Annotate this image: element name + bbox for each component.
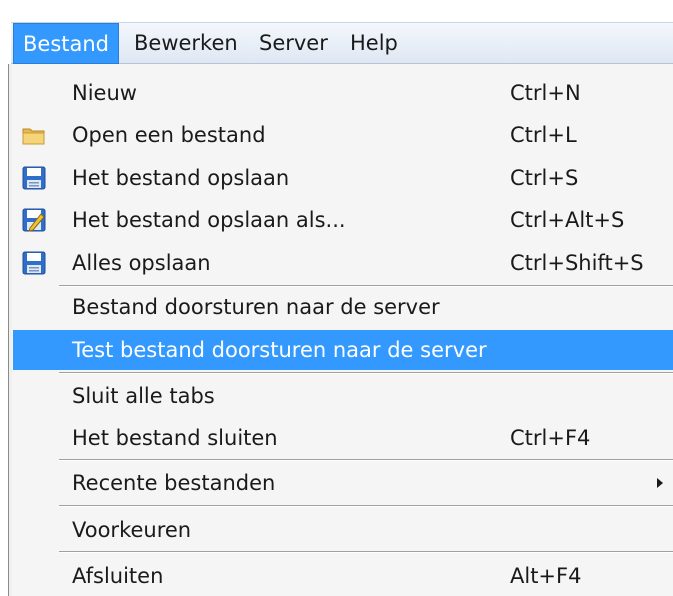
menu-bar: Bestand Bewerken Server Help: [11, 22, 673, 64]
menu-item-voorkeuren[interactable]: Voorkeuren: [13, 510, 673, 550]
menu-help[interactable]: Help: [341, 23, 407, 64]
menu-item-label: Open een bestand: [72, 123, 266, 147]
menu-item-shortcut: Ctrl+N: [510, 81, 581, 105]
menu-item-opslaan[interactable]: Het bestand opslaan Ctrl+S: [13, 158, 673, 198]
menu-item-label: Afsluiten: [72, 564, 164, 588]
menu-item-open[interactable]: Open een bestand Ctrl+L: [13, 115, 673, 155]
menu-item-shortcut: Ctrl+F4: [510, 426, 591, 450]
menu-item-label: Test bestand doorsturen naar de server: [72, 338, 487, 362]
menu-item-doorsturen[interactable]: Bestand doorsturen naar de server: [13, 287, 673, 327]
save-icon: [22, 166, 46, 190]
menu-bewerken[interactable]: Bewerken: [125, 23, 247, 64]
menu-item-afsluiten[interactable]: Afsluiten Alt+F4: [13, 556, 673, 596]
menu-item-sluiten[interactable]: Het bestand sluiten Ctrl+F4: [13, 418, 673, 458]
save-as-icon: [22, 208, 46, 232]
menu-item-nieuw[interactable]: Nieuw Ctrl+N: [13, 73, 673, 113]
menu-server[interactable]: Server: [250, 23, 337, 64]
menu-item-alles-opslaan[interactable]: Alles opslaan Ctrl+Shift+S: [13, 243, 673, 283]
menu-separator: [59, 372, 673, 374]
menu-item-label: Recente bestanden: [72, 471, 276, 495]
menu-item-shortcut: Ctrl+L: [510, 123, 577, 147]
menu-item-shortcut: Alt+F4: [510, 564, 582, 588]
menu-item-label: Het bestand sluiten: [72, 426, 278, 450]
menu-item-label: Alles opslaan: [72, 251, 211, 275]
menu-item-shortcut: Ctrl+Shift+S: [510, 251, 644, 275]
menu-item-shortcut: Ctrl+S: [510, 166, 579, 190]
menu-bestand[interactable]: Bestand: [13, 23, 120, 64]
menu-item-label: Voorkeuren: [72, 518, 192, 542]
menu-item-label: Sluit alle tabs: [72, 384, 215, 408]
menu-separator: [59, 505, 673, 507]
menu-item-test-doorsturen[interactable]: Test bestand doorsturen naar de server: [13, 330, 673, 370]
bestand-dropdown-menu: Nieuw Ctrl+N Open een bestand Ctrl+L Het…: [8, 64, 673, 596]
menu-item-recente-bestanden[interactable]: Recente bestanden: [13, 463, 673, 503]
save-all-icon: [22, 251, 46, 275]
menu-item-opslaan-als[interactable]: Het bestand opslaan als... Ctrl+Alt+S: [13, 200, 673, 240]
folder-icon: [22, 123, 46, 147]
menu-item-label: Het bestand opslaan: [72, 166, 290, 190]
menu-item-shortcut: Ctrl+Alt+S: [510, 208, 625, 232]
menu-item-label: Het bestand opslaan als...: [72, 208, 346, 232]
menu-item-sluit-alle-tabs[interactable]: Sluit alle tabs: [13, 376, 673, 416]
menu-separator: [59, 551, 673, 553]
menu-separator: [59, 459, 673, 461]
submenu-arrow-icon: [657, 478, 663, 488]
menu-item-label: Nieuw: [72, 81, 137, 105]
menu-item-label: Bestand doorsturen naar de server: [72, 295, 440, 319]
